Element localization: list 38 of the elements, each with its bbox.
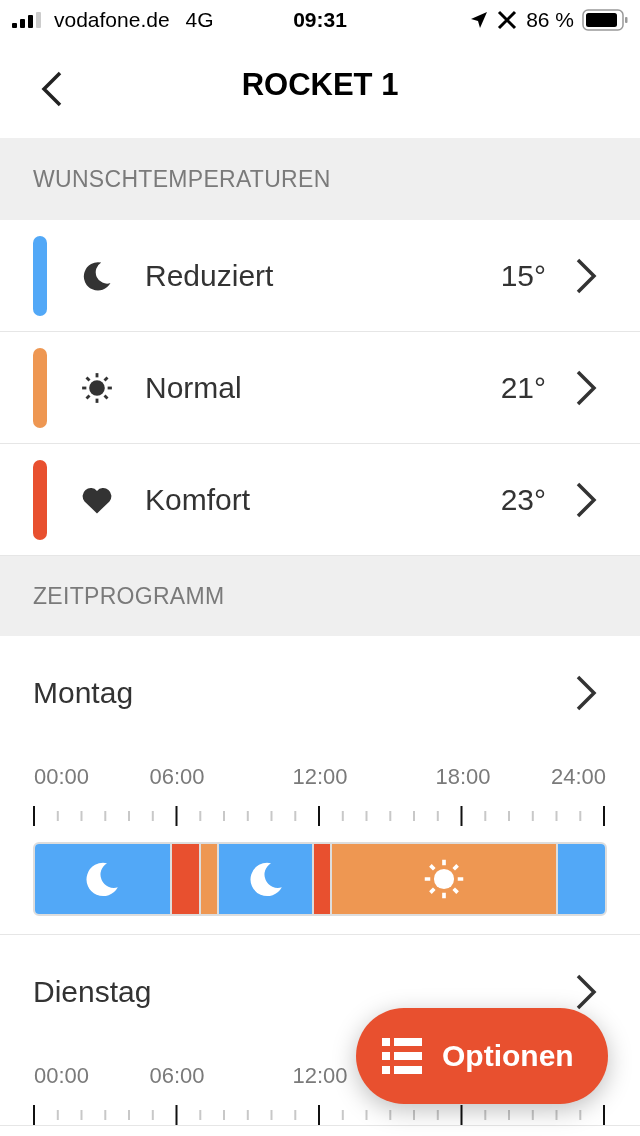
temperature-row[interactable]: Komfort 23° — [0, 444, 640, 555]
battery-percent: 86 % — [526, 8, 574, 32]
options-button[interactable]: Optionen — [356, 1008, 608, 1104]
temperature-value: 21° — [500, 370, 546, 405]
clock-time: 09:31 — [293, 8, 347, 32]
time-label: 12:00 — [292, 764, 348, 790]
screen-title: ROCKET 1 — [241, 67, 399, 103]
chevron-right-icon — [574, 256, 598, 295]
time-label: 00:00 — [34, 764, 90, 790]
signal-icon — [12, 12, 44, 28]
temperature-value: 23° — [500, 482, 546, 517]
time-label: 06:00 — [149, 1063, 205, 1089]
chevron-right-icon — [574, 674, 598, 712]
time-label: 18:00 — [435, 764, 491, 790]
battery-icon — [582, 9, 628, 31]
time-label: 12:00 — [292, 1063, 348, 1089]
time-label: 06:00 — [149, 764, 205, 790]
chevron-right-icon — [574, 480, 598, 519]
carrier-name: vodafone.de — [54, 8, 170, 32]
temperature-row[interactable]: Normal 21° — [0, 332, 640, 443]
location-arrow-icon — [470, 11, 489, 29]
time-label: 00:00 — [34, 1063, 90, 1089]
temperature-value: 15° — [500, 258, 546, 293]
network-type: 4G — [185, 8, 214, 32]
chevron-right-icon — [574, 368, 598, 407]
day-name: Montag — [33, 676, 134, 710]
mode-label: Normal — [145, 370, 243, 405]
day-name: Dienstag — [33, 975, 152, 1009]
mode-label: Komfort — [145, 482, 252, 517]
section-header: WUNSCHTEMPERATUREN — [33, 165, 331, 193]
chevron-right-icon — [574, 973, 598, 1011]
list-icon — [382, 1038, 422, 1074]
section-header: ZEITPROGRAMM — [33, 582, 225, 610]
mode-label: Reduziert — [145, 258, 275, 293]
sun-icon — [80, 370, 114, 405]
temperature-row[interactable]: Reduziert 15° — [0, 220, 640, 331]
time-label: 24:00 — [550, 764, 606, 790]
day-row[interactable]: Montag — [0, 636, 640, 750]
